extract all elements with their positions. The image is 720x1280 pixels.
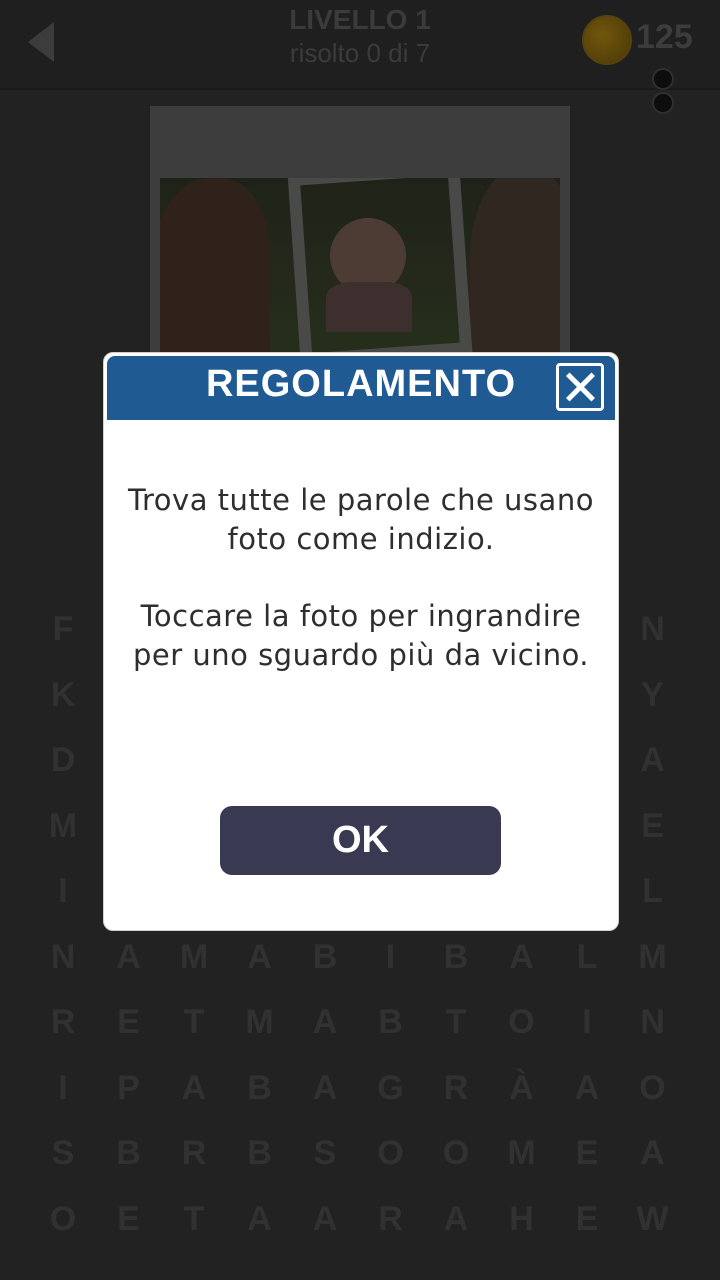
rules-text-2: Toccare la foto per ingrandire per uno s… (132, 599, 590, 672)
ok-button[interactable]: OK (220, 806, 501, 875)
close-icon[interactable] (556, 363, 604, 411)
rules-dialog: REGOLAMENTO Trova tutte le parole che us… (103, 352, 619, 931)
dialog-title: REGOLAMENTO (205, 363, 517, 405)
rules-text-1: Trova tutte le parole che usano foto com… (128, 483, 594, 556)
